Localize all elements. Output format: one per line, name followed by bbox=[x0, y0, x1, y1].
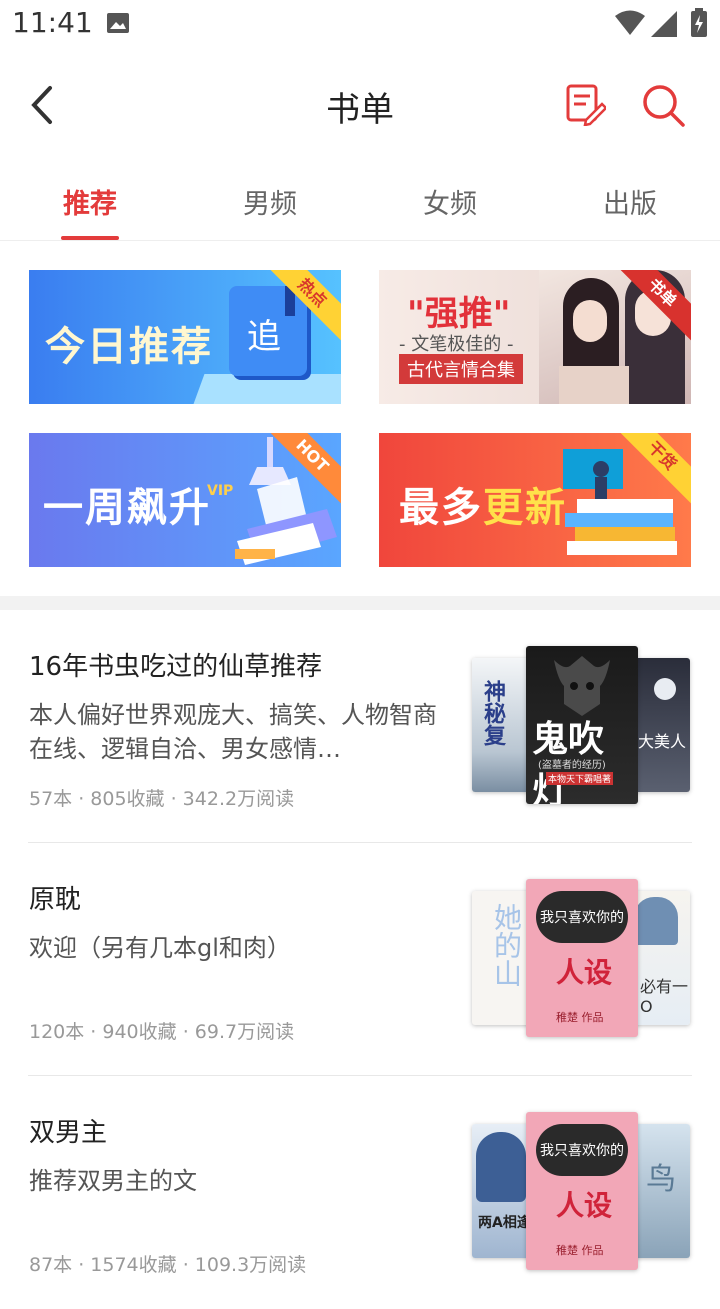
booklist-name: 16年书虫吃过的仙草推荐 bbox=[29, 652, 323, 682]
tab-male[interactable]: 男频 bbox=[210, 182, 330, 221]
banner-title: "强推" bbox=[407, 294, 511, 334]
app-bar: 书单 bbox=[0, 60, 720, 150]
tab-female[interactable]: 女频 bbox=[390, 182, 510, 221]
category-tabs: 推荐 男频 女频 出版 bbox=[0, 160, 720, 241]
cover-text: 鸟 bbox=[646, 1162, 676, 1197]
cover-stack: 神秘复 大美人 鬼吹灯 (盗墓者的经历) 本物天下霸唱著 bbox=[470, 646, 692, 806]
cover-text: 必有一O bbox=[640, 977, 689, 1016]
svg-text:追: 追 bbox=[247, 317, 281, 357]
book-cover: 我只喜欢你的 人设 稚楚 作品 bbox=[526, 879, 638, 1037]
book-cover: 鸟 bbox=[630, 1124, 690, 1258]
status-time: 11:41 bbox=[12, 6, 93, 39]
cover-text: 神秘复 bbox=[480, 680, 505, 746]
booklist-desc: 本人偏好世界观庞大、搞笑、人物智商在线、逻辑自洽、男女感情… bbox=[29, 701, 437, 763]
book-cover: 她的山 bbox=[472, 891, 532, 1025]
cover-text: 她的山 bbox=[490, 903, 523, 987]
booklist-name: 双男主 bbox=[29, 1118, 108, 1148]
banner-caption: 古代言情合集 bbox=[399, 354, 523, 384]
book-cover: 鬼吹灯 (盗墓者的经历) 本物天下霸唱著 bbox=[526, 646, 638, 804]
status-bar: 11:41 bbox=[0, 0, 720, 50]
booklist-desc: 欢迎（另有几本gl和肉） bbox=[29, 934, 291, 962]
cover-stack: 两A相逢 鸟 我只喜欢你的 人设 稚楚 作品 bbox=[470, 1112, 692, 1272]
booklist-meta: 87本 · 1574收藏 · 109.3万阅读 bbox=[29, 1254, 307, 1276]
signal-icon bbox=[651, 11, 677, 37]
banner-subtitle: - 文笔极佳的 - bbox=[399, 334, 514, 355]
banner-title: 今日推荐 bbox=[45, 324, 213, 370]
booklist-meta: 120本 · 940收藏 · 69.7万阅读 bbox=[29, 1021, 295, 1043]
book-cover: 神秘复 bbox=[472, 658, 532, 792]
banner-most-updated[interactable]: 最多更新 干货 bbox=[379, 433, 691, 567]
banner-ancient-romance[interactable]: "强推" - 文笔极佳的 - 古代言情合集 书单 bbox=[379, 270, 691, 404]
banner-title: 最多更新 bbox=[399, 475, 567, 533]
book-cover: 我只喜欢你的 人设 稚楚 作品 bbox=[526, 1112, 638, 1270]
edit-note-icon[interactable] bbox=[562, 82, 606, 126]
active-tab-indicator bbox=[61, 236, 119, 240]
search-icon[interactable] bbox=[640, 82, 686, 128]
cover-title: 人设 bbox=[556, 1189, 613, 1222]
cover-text: 两A相逢 bbox=[478, 1215, 531, 1231]
banner-today-recommend[interactable]: 追 今日推荐 热点 bbox=[29, 270, 341, 404]
cover-top-text: 我只喜欢你的 bbox=[540, 1143, 624, 1159]
banner-title: 一周飙升 bbox=[43, 485, 211, 531]
cover-stack: 她的山 必有一O 我只喜欢你的 人设 稚楚 作品 bbox=[470, 879, 692, 1039]
cover-top-text: 我只喜欢你的 bbox=[540, 910, 624, 926]
book-cover: 两A相逢 bbox=[472, 1124, 532, 1258]
list-item[interactable]: 双男主 推荐双男主的文 87本 · 1574收藏 · 109.3万阅读 两A相逢… bbox=[0, 1076, 720, 1309]
tab-recommend[interactable]: 推荐 bbox=[30, 182, 150, 221]
battery-icon bbox=[691, 8, 707, 37]
banner-weekly-rising[interactable]: VIP 一周飙升 HOT bbox=[29, 433, 341, 567]
cover-author: 本物天下霸唱著 bbox=[546, 772, 614, 785]
cover-subtitle: (盗墓者的经历) bbox=[538, 760, 606, 771]
section-divider bbox=[0, 596, 720, 610]
wifi-icon bbox=[615, 10, 645, 35]
booklist-name: 原耽 bbox=[29, 885, 82, 915]
cover-author: 稚楚 作品 bbox=[556, 1244, 604, 1257]
booklist-desc: 推荐双男主的文 bbox=[29, 1167, 197, 1195]
list-item[interactable]: 原耽 欢迎（另有几本gl和肉） 120本 · 940收藏 · 69.7万阅读 她… bbox=[0, 843, 720, 1076]
cover-text: 大美人 bbox=[638, 732, 687, 751]
image-icon bbox=[107, 13, 129, 33]
list-item[interactable]: 16年书虫吃过的仙草推荐 本人偏好世界观庞大、搞笑、人物智商在线、逻辑自洽、男女… bbox=[0, 610, 720, 843]
book-cover: 必有一O bbox=[630, 891, 690, 1025]
cover-title: 人设 bbox=[556, 956, 613, 989]
booklist-meta: 57本 · 805收藏 · 342.2万阅读 bbox=[29, 788, 295, 810]
banner-title-text: 最多更新 bbox=[399, 485, 567, 531]
page-title: 书单 bbox=[326, 90, 394, 130]
tab-publish[interactable]: 出版 bbox=[570, 182, 690, 221]
book-cover: 大美人 bbox=[630, 658, 690, 792]
cover-author: 稚楚 作品 bbox=[556, 1011, 604, 1024]
